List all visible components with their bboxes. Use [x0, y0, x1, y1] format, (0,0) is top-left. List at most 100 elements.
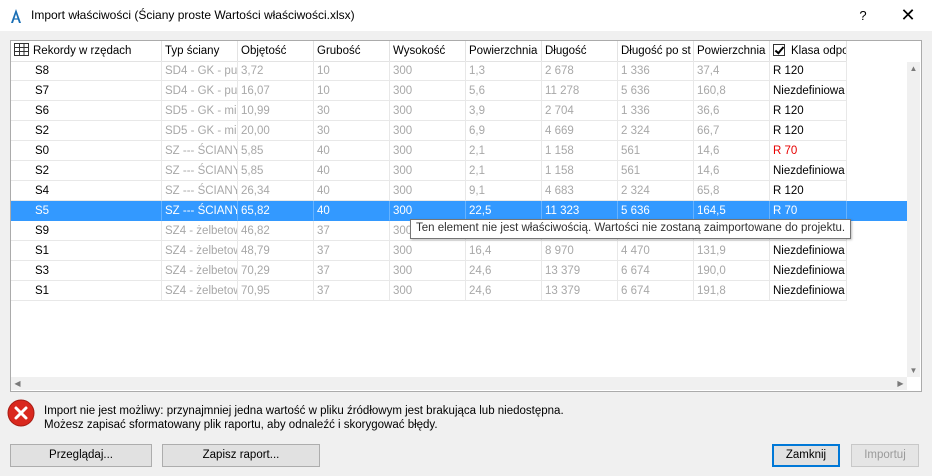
- scroll-down-icon[interactable]: ▼: [907, 364, 920, 377]
- cell-klasa: R 120: [770, 181, 847, 201]
- column-header-powierzchnia[interactable]: Powierzchnia: [466, 41, 542, 62]
- cell-wys: 300: [390, 261, 466, 281]
- cell-name: S5: [11, 201, 162, 221]
- table-row[interactable]: S8 SD4 - GK - pus 3,72 10 300 1,3 2 678 1 336 37…: [11, 61, 907, 81]
- cell-dl: 13 379: [542, 281, 618, 301]
- table-row-selected[interactable]: S5SZ --- ŚCIANY Z65,824030022,511 3235 6…: [11, 201, 907, 221]
- cell-dl: 13 379: [542, 261, 618, 281]
- cell-pow1: 9,1: [466, 181, 542, 201]
- column-header-powierzchnia-2[interactable]: Powierzchnia: [694, 41, 770, 62]
- cell-grub: 10: [314, 81, 390, 101]
- cell-typ: SZ4 - żelbetow: [162, 241, 238, 261]
- table-row[interactable]: S3 SZ4 - żelbetow 70,29 37 300 24,6 13 379 6 67…: [11, 261, 907, 281]
- cell-dl: 11 323: [542, 201, 618, 221]
- cell-grub: 10: [314, 61, 390, 81]
- horizontal-scrollbar[interactable]: ◀ ▶: [11, 377, 907, 390]
- table-row[interactable]: S4SZ --- ŚCIANY Z26,34403009,14 6832 324…: [11, 181, 907, 201]
- cell-klasa: Niezdefiniowa: [770, 81, 847, 101]
- table-row[interactable]: S2SZ --- ŚCIANY Z5,85403002,11 15856114,…: [11, 161, 907, 181]
- tooltip: Ten element nie jest właściwością. Warto…: [410, 219, 852, 239]
- cell-dlps: 1 336: [618, 61, 694, 81]
- scroll-left-icon[interactable]: ◀: [11, 377, 24, 390]
- cell-pow1: 2,1: [466, 141, 542, 161]
- cell-wys: 300: [390, 161, 466, 181]
- table-row[interactable]: S1 SZ4 - żelbetow 70,95 37 300 24,6 13 379 6 67…: [11, 281, 907, 301]
- cell-pow1: 16,4: [466, 241, 542, 261]
- cell-obj: 20,00: [238, 121, 314, 141]
- scroll-up-icon[interactable]: ▲: [907, 62, 920, 75]
- cell-typ: SZ --- ŚCIANY Z: [162, 161, 238, 181]
- cell-typ: SZ --- ŚCIANY Z: [162, 181, 238, 201]
- browse-button[interactable]: Przeglądaj...: [10, 444, 152, 467]
- table-row[interactable]: S1 SZ4 - żelbetow 48,79 37 300 16,4 8 970 4 470…: [11, 241, 907, 261]
- cell-pow2: 14,6: [694, 161, 770, 181]
- cell-klasa: R 70: [770, 141, 847, 161]
- archicad-app-icon: [11, 9, 21, 23]
- cell-klasa: R 120: [770, 121, 847, 141]
- table-icon: [14, 43, 29, 57]
- close-window-button[interactable]: ✕: [886, 0, 930, 31]
- cell-wys: 300: [390, 181, 466, 201]
- title-bar: Import właściwości (Ściany proste Wartoś…: [0, 0, 932, 31]
- cell-klasa: Niezdefiniowa: [770, 241, 847, 261]
- column-header-grubosc[interactable]: Grubość: [314, 41, 390, 62]
- cell-dlps: 5 636: [618, 81, 694, 101]
- cell-pow1: 22,5: [466, 201, 542, 221]
- column-header-dlugosc-po-st[interactable]: Długość po st: [618, 41, 694, 62]
- table-row[interactable]: S6 SD5 - GK - mię 10,99 30 300 3,9 2 704 1 336 3…: [11, 101, 907, 121]
- cell-klasa: Niezdefiniowa: [770, 261, 847, 281]
- cell-dlps: 2 324: [618, 121, 694, 141]
- cell-dl: 4 683: [542, 181, 618, 201]
- cell-obj: 16,07: [238, 81, 314, 101]
- cell-name: S2: [11, 161, 162, 181]
- table-row[interactable]: S7 SD4 - GK - pus 16,07 10 300 5,6 11 278 5 636…: [11, 81, 907, 101]
- cell-name: S6: [11, 101, 162, 121]
- cell-typ: SZ4 - żelbetow: [162, 221, 238, 241]
- cell-grub: 37: [314, 241, 390, 261]
- cell-pow1: 1,3: [466, 61, 542, 81]
- column-header-objetosc[interactable]: Objętość: [238, 41, 314, 62]
- scroll-right-icon[interactable]: ▶: [894, 377, 907, 390]
- window-title: Import właściwości (Ściany proste Wartoś…: [31, 8, 355, 22]
- table-row[interactable]: S2 SD5 - GK - mię 20,00 30 300 6,9 4 669 2 324 6…: [11, 121, 907, 141]
- error-message-line-2: Możesz zapisać sformatowany plik raportu…: [44, 419, 438, 431]
- cell-obj: 46,82: [238, 221, 314, 241]
- help-button[interactable]: ?: [846, 0, 880, 31]
- table-row[interactable]: S0SZ --- ŚCIANY Z5,85403002,11 15856114,…: [11, 141, 907, 161]
- cell-obj: 65,82: [238, 201, 314, 221]
- close-button[interactable]: Zamknij: [772, 444, 840, 467]
- cell-wys: 300: [390, 141, 466, 161]
- cell-obj: 70,95: [238, 281, 314, 301]
- save-report-button[interactable]: Zapisz raport...: [162, 444, 320, 467]
- cell-grub: 30: [314, 101, 390, 121]
- klasa-include-checkbox[interactable]: [773, 43, 785, 56]
- cell-grub: 37: [314, 261, 390, 281]
- cell-obj: 48,79: [238, 241, 314, 261]
- cell-pow1: 6,9: [466, 121, 542, 141]
- cell-wys: 300: [390, 281, 466, 301]
- cell-dlps: 5 636: [618, 201, 694, 221]
- column-header-dlugosc[interactable]: Długość: [542, 41, 618, 62]
- cell-typ: SZ --- ŚCIANY Z: [162, 141, 238, 161]
- cell-dlps: 561: [618, 141, 694, 161]
- import-button[interactable]: Importuj: [851, 444, 919, 467]
- column-header-records[interactable]: Rekordy w rzędach: [11, 41, 162, 62]
- cell-name: S4: [11, 181, 162, 201]
- column-header-klasa[interactable]: Klasa odpo: [770, 41, 847, 62]
- cell-dlps: 6 674: [618, 261, 694, 281]
- vertical-scrollbar[interactable]: ▲ ▼: [907, 62, 920, 377]
- column-header-label: Klasa odpo: [791, 45, 847, 57]
- cell-obj: 10,99: [238, 101, 314, 121]
- column-header-wysokosc[interactable]: Wysokość: [390, 41, 466, 62]
- cell-pow2: 66,7: [694, 121, 770, 141]
- error-message-line-1: Import nie jest możliwy: przynajmniej je…: [44, 405, 564, 417]
- cell-wys: 300: [390, 101, 466, 121]
- cell-name: S8: [11, 61, 162, 81]
- cell-typ: SZ4 - żelbetow: [162, 261, 238, 281]
- cell-klasa: Niezdefiniowa: [770, 161, 847, 181]
- cell-wys: 300: [390, 61, 466, 81]
- cell-obj: 70,29: [238, 261, 314, 281]
- column-header-typ[interactable]: Typ ściany: [162, 41, 238, 62]
- cell-dlps: 4 470: [618, 241, 694, 261]
- cell-typ: SD5 - GK - mię: [162, 101, 238, 121]
